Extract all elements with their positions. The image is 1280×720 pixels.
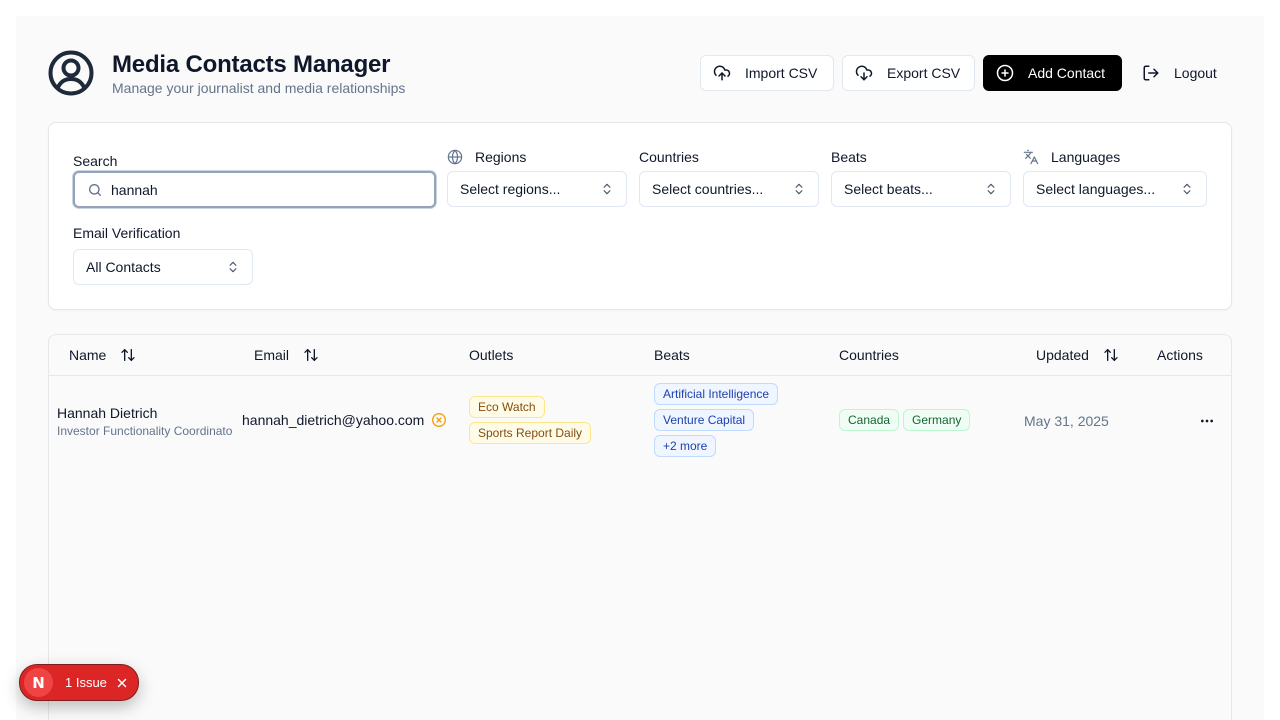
beat-badge: Venture Capital: [654, 409, 755, 431]
countries-label: Countries: [639, 149, 699, 165]
sort-icon[interactable]: [120, 347, 136, 363]
close-icon: [117, 678, 127, 687]
search-label: Search: [73, 153, 118, 169]
unverified-x-circle-icon: [432, 413, 447, 427]
filter-panel: Search Regions Select regions... Countri…: [48, 122, 1232, 310]
column-header-name: Name: [69, 347, 136, 363]
column-header-email-label: Email: [254, 347, 290, 363]
chevrons-up-down-icon: [229, 261, 237, 273]
outlets-cell: Eco Watch Sports Report Daily: [469, 396, 592, 444]
table-row[interactable]: Hannah Dietrich Investor Functionality C…: [49, 376, 1231, 466]
search-icon: [89, 183, 101, 196]
cloud-upload-icon: [713, 65, 731, 81]
regions-select[interactable]: Select regions...: [447, 171, 627, 207]
chevrons-up-down-icon: [1183, 183, 1191, 195]
languages-select[interactable]: Select languages...: [1023, 171, 1207, 207]
export-csv-button[interactable]: Export CSV: [842, 55, 975, 91]
logout-label: Logout: [1174, 65, 1217, 81]
country-badge: Germany: [903, 409, 971, 431]
countries-select[interactable]: Select countries...: [639, 171, 819, 207]
beats-select[interactable]: Select beats...: [831, 171, 1011, 207]
import-csv-label: Import CSV: [745, 65, 818, 81]
contact-name-cell: Hannah Dietrich Investor Functionality C…: [57, 405, 233, 438]
sort-icon[interactable]: [303, 347, 319, 363]
more-horizontal-icon: [1201, 419, 1213, 423]
table-header: Name Email Outlets Beats Countries Updat…: [49, 335, 1231, 376]
countries-cell: Canada Germany: [839, 409, 971, 431]
user-circle-icon: [48, 50, 94, 96]
logout-icon: [1143, 65, 1159, 81]
languages-label-text: Languages: [1051, 149, 1121, 165]
add-contact-button[interactable]: Add Contact: [983, 55, 1122, 91]
row-actions-button[interactable]: [1193, 407, 1221, 435]
cloud-download-icon: [855, 65, 873, 81]
outlet-badge: Eco Watch: [469, 396, 545, 418]
contact-name: Hannah Dietrich: [57, 405, 158, 421]
column-header-name-label: Name: [69, 347, 107, 363]
column-header-email: Email: [254, 347, 319, 363]
close-issues-button[interactable]: [113, 674, 131, 692]
beats-label: Beats: [831, 149, 867, 165]
email-verification-select[interactable]: All Contacts: [73, 249, 253, 285]
contacts-table: Name Email Outlets Beats Countries Updat…: [48, 334, 1232, 720]
globe-icon: [447, 149, 463, 165]
issues-indicator[interactable]: N 1 Issue: [19, 664, 139, 701]
logout-button[interactable]: Logout: [1129, 55, 1235, 91]
plus-circle-icon: [996, 64, 1014, 82]
chevrons-up-down-icon: [795, 183, 803, 195]
regions-placeholder: Select regions...: [460, 181, 561, 197]
column-header-outlets: Outlets: [469, 347, 514, 363]
email-verification-value: All Contacts: [86, 259, 161, 275]
page-subtitle: Manage your journalist and media relatio…: [112, 80, 406, 96]
issues-count: 1 Issue: [65, 675, 107, 690]
chevrons-up-down-icon: [603, 183, 611, 195]
regions-label-text: Regions: [475, 149, 527, 165]
column-header-actions: Actions: [1157, 347, 1203, 363]
beats-cell: Artificial Intelligence Venture Capital …: [654, 383, 779, 457]
add-contact-label: Add Contact: [1028, 65, 1106, 81]
column-header-updated-label: Updated: [1036, 347, 1089, 363]
search-field[interactable]: [73, 171, 436, 208]
contact-email-cell: hannah_dietrich@yahoo.com: [242, 412, 447, 428]
regions-label: Regions: [447, 149, 526, 165]
column-header-beats: Beats: [654, 347, 690, 363]
languages-icon: [1023, 149, 1039, 165]
languages-label: Languages: [1023, 149, 1120, 165]
outlet-badge: Sports Report Daily: [469, 422, 592, 444]
app-frame: Media Contacts Manager Manage your journ…: [16, 16, 1264, 720]
import-csv-button[interactable]: Import CSV: [700, 55, 834, 91]
page-title: Media Contacts Manager: [112, 51, 391, 78]
export-csv-label: Export CSV: [887, 65, 961, 81]
more-beats-badge[interactable]: +2 more: [654, 435, 717, 457]
updated-date: May 31, 2025: [1024, 413, 1109, 429]
beat-badge: Artificial Intelligence: [654, 383, 779, 405]
search-input[interactable]: [111, 181, 411, 198]
contact-title: Investor Functionality Coordinator: [57, 424, 233, 438]
chevrons-up-down-icon: [987, 183, 995, 195]
column-header-updated: Updated: [1036, 347, 1119, 363]
email-verification-label: Email Verification: [73, 225, 181, 241]
sort-icon[interactable]: [1103, 347, 1119, 363]
beats-placeholder: Select beats...: [844, 181, 933, 197]
languages-placeholder: Select languages...: [1036, 181, 1156, 197]
nextjs-logo-icon: N: [24, 668, 53, 697]
column-header-countries: Countries: [839, 347, 899, 363]
contact-email: hannah_dietrich@yahoo.com: [242, 412, 425, 428]
page-header: Media Contacts Manager Manage your journ…: [16, 16, 1264, 122]
countries-placeholder: Select countries...: [652, 181, 764, 197]
country-badge: Canada: [839, 409, 900, 431]
